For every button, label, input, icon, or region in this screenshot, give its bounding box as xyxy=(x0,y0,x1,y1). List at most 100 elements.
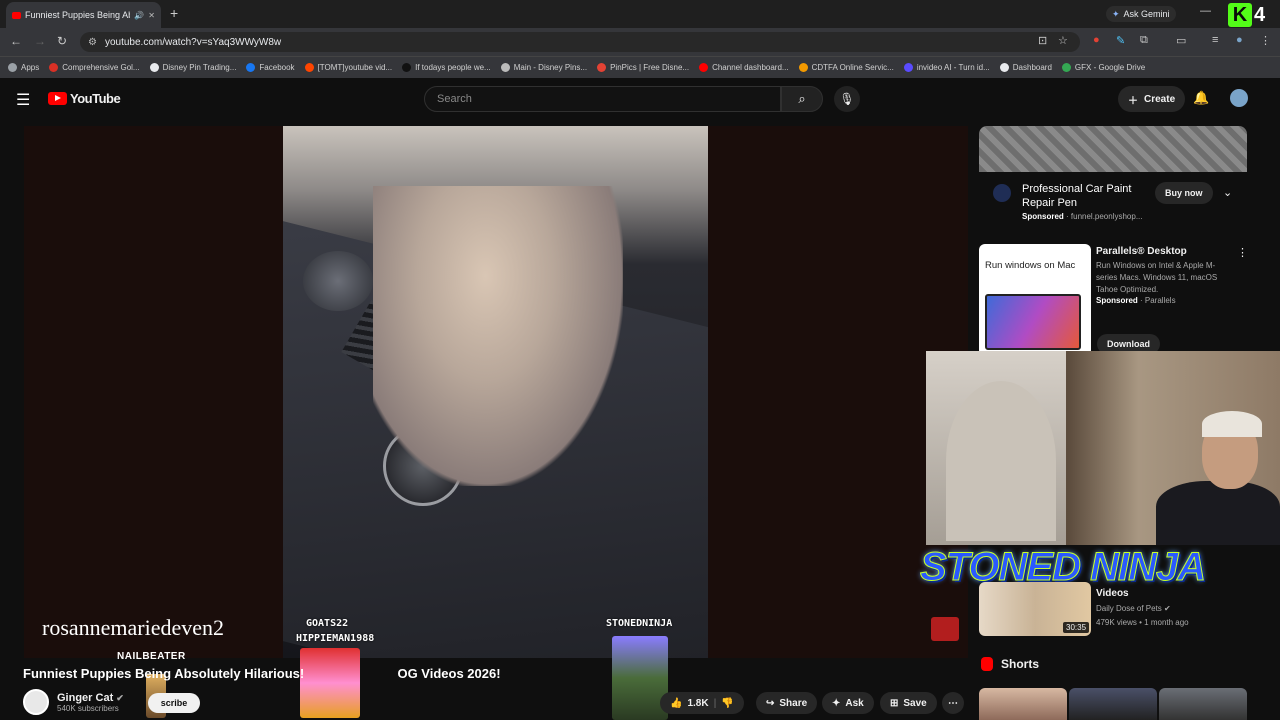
extensions-puzzle-icon[interactable]: ⧉ xyxy=(1140,34,1148,47)
video-title-part2: OG Videos 2026! xyxy=(397,666,501,681)
new-tab-button[interactable]: + xyxy=(170,5,178,21)
bookmark-item[interactable]: CDTFA Online Servic... xyxy=(798,63,894,72)
sparkle-icon: ✦ xyxy=(832,697,841,709)
extension-blue-icon[interactable]: ✎ xyxy=(1116,34,1125,47)
back-icon[interactable]: ← xyxy=(10,34,22,48)
shorts-header: Shorts xyxy=(981,657,1039,671)
video-frame[interactable] xyxy=(283,126,708,658)
search-button[interactable]: ⌕ xyxy=(781,86,823,112)
ad-banner-image xyxy=(979,126,1247,172)
short-thumbnail[interactable] xyxy=(1159,688,1247,720)
bookmark-item[interactable]: invideo AI - Turn id... xyxy=(903,63,990,72)
bookmark-favicon-icon xyxy=(304,63,314,72)
menu-icon[interactable]: ☰ xyxy=(16,90,30,110)
create-button[interactable]: ＋ Create xyxy=(1118,86,1186,112)
ask-label: Ask xyxy=(845,697,864,709)
bookmark-label: Dashboard xyxy=(1012,63,1052,72)
browser-tab[interactable]: Funniest Puppies Being Ab 🔊 ✕ xyxy=(6,2,161,28)
short-thumbnail[interactable] xyxy=(979,688,1067,720)
account-avatar[interactable] xyxy=(1230,89,1248,107)
recommended-meta: 479K views • 1 month ago xyxy=(1096,618,1189,627)
youtube-logo[interactable]: YouTube xyxy=(48,91,121,106)
save-button[interactable]: ⊞ Save xyxy=(880,692,937,714)
bookmark-favicon-icon xyxy=(999,63,1009,72)
streamer-name-overlay: rosannemariedeven2 xyxy=(42,615,225,640)
ad-thumbnail[interactable]: Run windows on Mac xyxy=(979,244,1091,356)
subscribe-button[interactable]: scribe xyxy=(148,693,200,713)
advertiser-logo xyxy=(993,184,1011,202)
plus-icon: ＋ xyxy=(1128,95,1138,107)
create-label: Create xyxy=(1144,93,1176,105)
bookmark-item[interactable]: Channel dashboard... xyxy=(699,63,789,72)
forward-icon[interactable]: → xyxy=(34,34,46,48)
more-icon: ⋯ xyxy=(948,697,958,709)
bookmark-star-icon[interactable]: ☆ xyxy=(1058,34,1068,47)
buy-now-button[interactable]: Buy now xyxy=(1155,182,1213,204)
bookmark-item[interactable]: Disney Pin Trading... xyxy=(149,63,237,72)
ad-title[interactable]: Professional Car Paint Repair Pen xyxy=(1022,182,1142,210)
ask-gemini-label: Ask Gemini xyxy=(1123,9,1170,19)
bookmark-item[interactable]: PinPics | Free Disne... xyxy=(597,63,689,72)
bookmark-label: Disney Pin Trading... xyxy=(162,63,237,72)
save-icon: ⊞ xyxy=(890,697,899,709)
bookmark-item[interactable]: Dashboard xyxy=(999,63,1052,72)
chevron-down-icon[interactable]: ⌄ xyxy=(1223,186,1232,199)
search-input[interactable]: Search xyxy=(424,86,781,112)
bookmark-label: Main - Disney Pins... xyxy=(513,63,588,72)
bookmark-item[interactable]: Apps xyxy=(8,63,39,72)
bookmark-label: If todays people we... xyxy=(415,63,491,72)
recommended-video[interactable]: 30:35 Videos Daily Dose of Pets ✔ 479K v… xyxy=(979,582,1249,638)
recommended-channel[interactable]: Daily Dose of Pets ✔ xyxy=(1096,604,1171,613)
bookmark-item[interactable]: GFX - Google Drive xyxy=(1061,63,1145,72)
channel-avatar[interactable] xyxy=(23,689,49,715)
share-label: Share xyxy=(779,697,808,709)
bookmark-favicon-icon xyxy=(597,63,607,72)
close-tab-icon[interactable]: ✕ xyxy=(148,11,155,20)
reload-icon[interactable]: ↻ xyxy=(57,34,67,48)
more-actions-button[interactable]: ⋯ xyxy=(942,692,964,714)
tab-title: Funniest Puppies Being Ab xyxy=(25,10,131,20)
like-icon[interactable]: 👍 xyxy=(670,698,682,709)
kebab-menu-icon[interactable]: ⋮ xyxy=(1237,246,1248,259)
overlay-number: 4 xyxy=(1254,3,1266,26)
address-bar[interactable]: ⚙ youtube.com/watch?v=sYaq3WWyW8w xyxy=(80,32,1080,52)
youtube-header: ☰ YouTube Search ⌕ 🎙 ＋ Create 🔔 xyxy=(0,80,1280,118)
bookmark-favicon-icon xyxy=(1061,63,1071,72)
site-info-icon[interactable]: ⚙ xyxy=(88,37,97,48)
notifications-bell-icon[interactable]: 🔔 xyxy=(1193,90,1209,106)
audio-icon[interactable]: 🔊 xyxy=(134,11,144,20)
bookmark-label: Channel dashboard... xyxy=(712,63,789,72)
browser-menu-icon[interactable]: ⋮ xyxy=(1260,34,1271,47)
ask-gemini-button[interactable]: ✦ Ask Gemini xyxy=(1106,6,1176,22)
bookmark-item[interactable]: [TOMT]youtube vid... xyxy=(304,63,392,72)
bookmark-item[interactable]: If todays people we... xyxy=(402,63,491,72)
sidebar-toggle-icon[interactable]: ▭ xyxy=(1176,34,1186,47)
sponsored-ad-paint-pen[interactable]: Professional Car Paint Repair Pen Sponso… xyxy=(979,126,1247,228)
share-button[interactable]: ↪ Share xyxy=(756,692,818,714)
bookmark-item[interactable]: Comprehensive Gol... xyxy=(49,63,140,72)
like-count[interactable]: 1.8K xyxy=(687,698,708,709)
youtube-favicon-icon xyxy=(12,11,21,19)
bookmark-item[interactable]: Facebook xyxy=(246,63,295,72)
sleeping-puppy xyxy=(373,186,623,486)
voice-search-button[interactable]: 🎙 xyxy=(834,86,860,112)
extension-red-icon[interactable]: ● xyxy=(1093,34,1100,46)
install-icon[interactable]: ⊡ xyxy=(1038,34,1047,47)
minimize-icon[interactable]: — xyxy=(1200,5,1211,17)
video-title-part1: Funniest Puppies Being Absolutely Hilari… xyxy=(23,666,305,681)
ask-button[interactable]: ✦ Ask xyxy=(822,692,874,714)
bookmark-item[interactable]: Main - Disney Pins... xyxy=(500,63,588,72)
youtube-logo-text: YouTube xyxy=(70,91,121,106)
recommended-title[interactable]: Videos xyxy=(1096,588,1129,599)
ad-thumbnail-text: Run windows on Mac xyxy=(985,260,1076,271)
media-control-icon[interactable]: ≡ xyxy=(1212,34,1218,46)
sponsored-ad-parallels[interactable]: Run windows on Mac Parallels® Desktop Ru… xyxy=(979,244,1249,356)
profile-icon[interactable]: ● xyxy=(1236,34,1243,46)
streamer-webcam xyxy=(926,351,1280,545)
short-thumbnail[interactable] xyxy=(1069,688,1157,720)
bookmark-favicon-icon xyxy=(500,63,510,72)
ad-title[interactable]: Parallels® Desktop xyxy=(1096,246,1187,257)
viewer-tag-nailbeater: NAILBEATER xyxy=(117,651,186,662)
channel-name[interactable]: Ginger Cat ✔ xyxy=(57,692,124,704)
dislike-icon[interactable]: 👎 xyxy=(721,698,733,709)
